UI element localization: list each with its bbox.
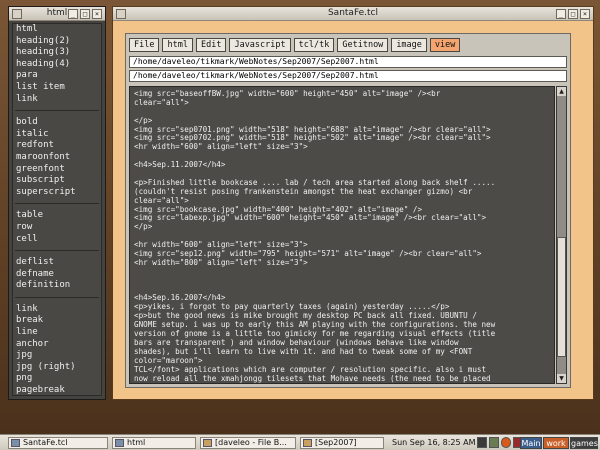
scroll-down-arrow-icon[interactable]: ▼ bbox=[557, 374, 566, 383]
tag-item[interactable]: heading(3) bbox=[13, 47, 101, 59]
path-field-primary[interactable]: /home/daveleo/tikmark/WebNotes/Sep2007/S… bbox=[129, 56, 567, 68]
path-field-secondary[interactable]: /home/daveleo/tikmark/WebNotes/Sep2007/S… bbox=[129, 70, 567, 82]
task-label: [daveleo - File B... bbox=[215, 438, 287, 447]
scroll-up-arrow-icon[interactable]: ▲ bbox=[557, 87, 566, 96]
editor-line: in the systems folders, which got recons… bbox=[134, 382, 486, 383]
vertical-scrollbar[interactable]: ▲ ▼ bbox=[556, 86, 567, 384]
tag-item[interactable]: row bbox=[13, 222, 101, 234]
applet-icon[interactable] bbox=[489, 437, 499, 448]
toolbar-button-image[interactable]: image bbox=[391, 38, 427, 52]
tag-item[interactable]: greenfont bbox=[13, 164, 101, 176]
tag-item[interactable]: redfont bbox=[13, 140, 101, 152]
editor-frame: File html Edit Javascript tcl/tk Getitnow imag… bbox=[125, 33, 571, 388]
tag-item[interactable]: line bbox=[13, 327, 101, 339]
task-label: [Sep2007] bbox=[315, 438, 357, 447]
task-file-browser[interactable]: [daveleo - File B... bbox=[200, 437, 296, 449]
tag-item[interactable]: link bbox=[13, 304, 101, 316]
tag-item[interactable]: png bbox=[13, 373, 101, 385]
tag-item[interactable]: break bbox=[13, 315, 101, 327]
tag-list: html heading(2) heading(3) heading(4) para li… bbox=[12, 23, 102, 396]
workspace-main[interactable]: Main bbox=[520, 437, 542, 449]
toolbar: File html Edit Javascript tcl/tk Getitnow imag… bbox=[129, 38, 461, 52]
tag-item[interactable]: list item bbox=[13, 82, 101, 94]
list-separator bbox=[15, 250, 99, 252]
scroll-thumb[interactable] bbox=[557, 237, 566, 357]
tag-item[interactable]: defname bbox=[13, 269, 101, 281]
tag-item[interactable]: para bbox=[13, 70, 101, 82]
toolbar-button-getitnow[interactable]: Getitnow bbox=[337, 38, 389, 52]
list-separator bbox=[15, 110, 99, 112]
santafe-window: SantaFe.tcl _ □ × File html Edit Javascript… bbox=[112, 6, 594, 400]
tag-item[interactable]: maroonfont bbox=[13, 152, 101, 164]
minimize-icon[interactable]: _ bbox=[556, 9, 566, 19]
editor-line: <hr width="600" align="left" size="3"> bbox=[134, 142, 308, 152]
editor-line: </p> bbox=[134, 222, 153, 232]
tag-item[interactable]: heading(4) bbox=[13, 59, 101, 71]
tag-item[interactable]: jpg bbox=[13, 350, 101, 362]
task-sep2007[interactable]: [Sep2007] bbox=[300, 437, 384, 449]
task-label: html bbox=[127, 438, 146, 447]
close-icon[interactable]: × bbox=[580, 9, 590, 19]
editor-line: (couldn't resist posing frankenstein amo… bbox=[134, 186, 473, 196]
tag-item[interactable]: superscript bbox=[13, 187, 101, 199]
editor-line: <img src="labexp.jpg" width="600" height… bbox=[134, 213, 487, 223]
editor-line: <h4>Sep.11.2007</h4> bbox=[134, 160, 226, 170]
window-icon bbox=[11, 439, 20, 447]
list-separator bbox=[15, 296, 99, 298]
minimize-icon[interactable]: _ bbox=[68, 9, 78, 19]
toolbar-button-edit[interactable]: Edit bbox=[195, 38, 227, 52]
text-editor[interactable]: <img src="baseoffBW.jpg" width="600" hei… bbox=[129, 86, 555, 384]
tag-item[interactable]: pagebreak bbox=[13, 385, 101, 395]
tag-item[interactable]: subscript bbox=[13, 175, 101, 187]
clock[interactable]: Sun Sep 16, 8:25 AM bbox=[392, 438, 476, 447]
tag-item[interactable]: html bbox=[13, 24, 101, 36]
workspace-games[interactable]: games bbox=[570, 437, 598, 449]
window-title: SantaFe.tcl bbox=[327, 8, 379, 18]
title-bar[interactable]: html _ □ × bbox=[9, 7, 105, 21]
workspace-work[interactable]: work bbox=[543, 437, 569, 449]
maximize-icon[interactable]: □ bbox=[568, 9, 578, 19]
toolbar-button-tcl-tk[interactable]: tcl/tk bbox=[293, 38, 335, 52]
folder-icon bbox=[203, 439, 212, 447]
tag-item[interactable]: bold bbox=[13, 117, 101, 129]
task-html[interactable]: html bbox=[112, 437, 196, 449]
tag-item[interactable]: jpg (right) bbox=[13, 362, 101, 374]
title-bar[interactable]: SantaFe.tcl _ □ × bbox=[113, 7, 593, 21]
toolbar-button-html[interactable]: html bbox=[162, 38, 193, 52]
task-santafe[interactable]: SantaFe.tcl bbox=[8, 437, 108, 449]
folder-icon bbox=[303, 439, 312, 447]
editor-line: <img src="baseoffBW.jpg" width="600" hei… bbox=[134, 89, 441, 98]
ubuntu-logo-icon[interactable] bbox=[501, 437, 511, 448]
maximize-icon[interactable]: □ bbox=[80, 9, 90, 19]
toolbar-button-javascript[interactable]: Javascript bbox=[229, 38, 291, 52]
tag-item[interactable]: anchor bbox=[13, 339, 101, 351]
tag-item[interactable]: italic bbox=[13, 129, 101, 141]
toolbar-button-file[interactable]: File bbox=[129, 38, 160, 52]
tag-item[interactable]: definition bbox=[13, 280, 101, 292]
editor-line: <hr width="800" align="left" size="3"> bbox=[134, 257, 308, 267]
tag-item[interactable]: deflist bbox=[13, 257, 101, 269]
tag-item[interactable]: link bbox=[13, 94, 101, 106]
html-tags-window: html _ □ × html heading(2) heading(3) headi… bbox=[8, 6, 106, 400]
editor-line: clear="all"> bbox=[134, 97, 189, 107]
tag-item[interactable]: table bbox=[13, 210, 101, 222]
list-separator bbox=[15, 203, 99, 205]
task-label: SantaFe.tcl bbox=[23, 438, 68, 447]
window-icon bbox=[115, 439, 124, 447]
tag-item[interactable]: cell bbox=[13, 234, 101, 246]
bottom-panel: SantaFe.tcl html [daveleo - File B... [S… bbox=[0, 434, 600, 450]
close-icon[interactable]: × bbox=[92, 9, 102, 19]
toolbar-button-view[interactable]: view bbox=[429, 38, 461, 52]
network-icon[interactable] bbox=[477, 437, 487, 448]
tag-item[interactable]: heading(2) bbox=[13, 36, 101, 48]
